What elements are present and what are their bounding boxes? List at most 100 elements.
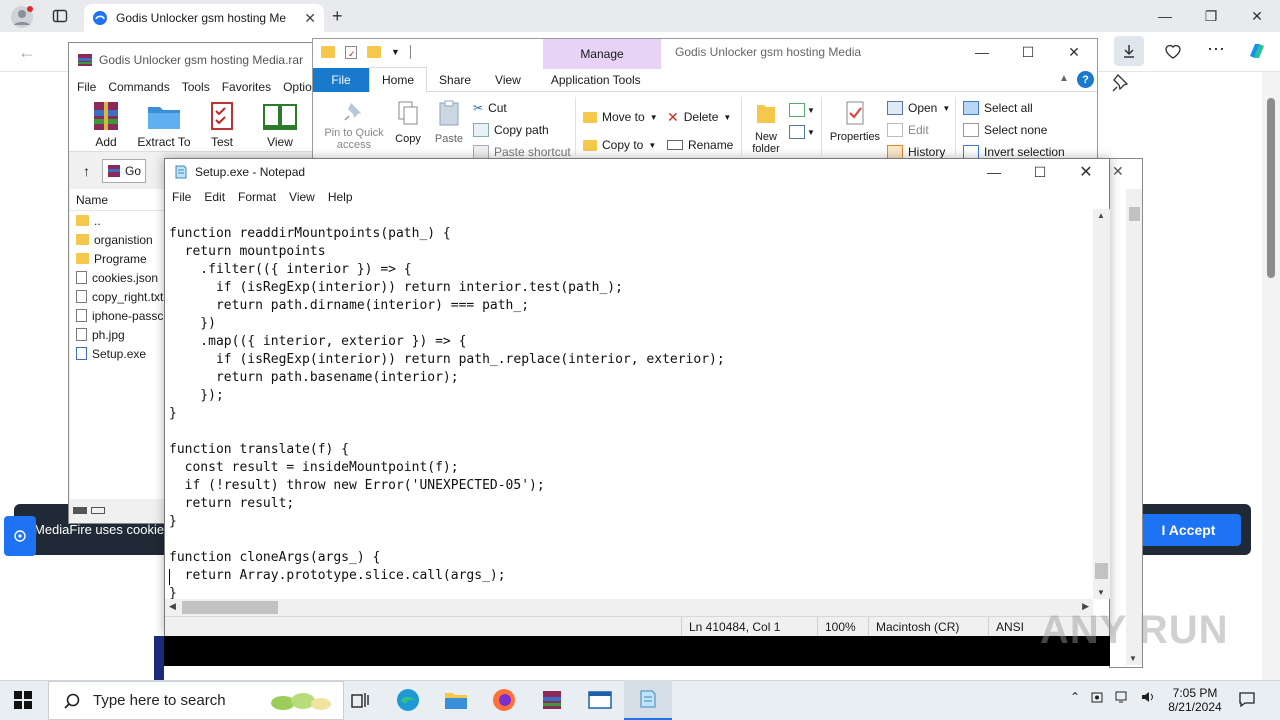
taskbar-clock[interactable]: 7:05 PM 8/21/2024 bbox=[1160, 681, 1230, 719]
network-icon[interactable] bbox=[1114, 690, 1130, 704]
delete-button[interactable]: ✕ Delete ▼ bbox=[667, 103, 733, 131]
scroll-up-icon[interactable]: ▲ bbox=[1097, 211, 1105, 220]
list-item[interactable]: cookies.json bbox=[70, 268, 166, 287]
notepad-taskbar-icon[interactable] bbox=[624, 680, 672, 720]
tab-file[interactable]: File bbox=[313, 67, 369, 92]
move-to-button[interactable]: Move to ▼ bbox=[583, 103, 658, 131]
column-header-name[interactable]: Name bbox=[70, 189, 166, 211]
winrar-menu-options[interactable]: Optio bbox=[283, 80, 312, 94]
firefox-taskbar-icon[interactable] bbox=[480, 680, 528, 720]
notepad-vertical-scrollbar[interactable]: ▲ ▼ bbox=[1093, 209, 1110, 599]
list-item[interactable]: .. bbox=[70, 211, 166, 230]
close-tab-icon[interactable]: ✕ bbox=[304, 10, 316, 27]
list-item[interactable]: iphone-passc bbox=[70, 306, 166, 325]
winrar-menu-tools[interactable]: Tools bbox=[182, 80, 210, 94]
tab-share[interactable]: Share bbox=[427, 68, 483, 92]
back-icon[interactable]: ← bbox=[18, 42, 36, 63]
accept-cookies-button[interactable]: I Accept bbox=[1136, 514, 1241, 546]
scroll-left-icon[interactable]: ◀ bbox=[169, 601, 176, 612]
list-item[interactable]: Programe bbox=[70, 249, 166, 268]
new-folder-small-icon[interactable] bbox=[367, 46, 381, 58]
notepad-close-icon[interactable]: ✕ bbox=[1063, 159, 1109, 185]
background-close-icon[interactable]: ✕ bbox=[1112, 163, 1124, 180]
tab-home[interactable]: Home bbox=[369, 67, 428, 92]
browser-scroll-thumb[interactable] bbox=[1267, 98, 1275, 278]
browser-scrollbar[interactable] bbox=[1262, 72, 1280, 680]
collapse-ribbon-icon[interactable]: ▲ bbox=[1059, 73, 1069, 84]
cut-button[interactable]: ✂ Cut bbox=[473, 97, 571, 119]
copy-button[interactable]: Copy bbox=[393, 99, 423, 145]
more-options-icon[interactable]: ··· bbox=[1207, 38, 1225, 59]
select-none-button[interactable]: Select none bbox=[963, 119, 1065, 141]
horizontal-scroll-thumb[interactable] bbox=[182, 601, 278, 614]
explorer-close-icon[interactable]: ✕ bbox=[1051, 39, 1097, 65]
select-all-button[interactable]: Select all bbox=[963, 97, 1065, 119]
tab-application-tools[interactable]: Application Tools bbox=[539, 68, 653, 92]
background-scrollbar[interactable]: ▼ bbox=[1126, 189, 1142, 665]
notepad-menu-help[interactable]: Help bbox=[328, 190, 353, 204]
explorer-maximize-icon[interactable]: ☐ bbox=[1005, 39, 1051, 65]
notepad-text-area[interactable]: function readdirMountpoints(path_) { ret… bbox=[165, 209, 1093, 599]
notepad-maximize-icon[interactable]: ☐ bbox=[1017, 159, 1063, 185]
tab-actions-icon[interactable] bbox=[52, 8, 68, 24]
pin-icon[interactable] bbox=[1110, 72, 1132, 94]
downloads-icon[interactable] bbox=[1114, 36, 1144, 66]
browser-minimize-icon[interactable]: — bbox=[1142, 0, 1188, 32]
notepad-menu-file[interactable]: File bbox=[172, 190, 191, 204]
explorer-minimize-icon[interactable]: — bbox=[959, 39, 1005, 65]
rename-button[interactable]: Rename bbox=[667, 131, 733, 159]
list-item[interactable]: ph.jpg bbox=[70, 325, 166, 344]
pin-quick-access-button[interactable]: Pin to Quick access bbox=[319, 99, 389, 151]
browser-tab-active[interactable]: Godis Unlocker gsm hosting Me ✕ bbox=[84, 4, 324, 32]
copy-path-button[interactable]: Copy path bbox=[473, 119, 571, 141]
app-taskbar-icon[interactable] bbox=[576, 680, 624, 720]
edge-taskbar-icon[interactable] bbox=[384, 680, 432, 720]
help-icon[interactable]: ? bbox=[1077, 71, 1094, 88]
browser-restore-icon[interactable]: ❐ bbox=[1188, 0, 1234, 32]
browser-essentials-icon[interactable] bbox=[1164, 42, 1182, 60]
new-tab-icon[interactable]: + bbox=[332, 6, 343, 27]
winrar-menu-commands[interactable]: Commands bbox=[108, 80, 169, 94]
profile-avatar-icon[interactable] bbox=[10, 5, 34, 29]
windows-start-icon[interactable] bbox=[13, 690, 33, 710]
notepad-menu-format[interactable]: Format bbox=[238, 190, 276, 204]
winrar-test-button[interactable]: Test bbox=[193, 99, 251, 149]
list-item[interactable]: Setup.exe bbox=[70, 344, 166, 363]
edit-button[interactable]: Edit bbox=[887, 119, 950, 141]
list-item[interactable]: copy_right.txt bbox=[70, 287, 166, 306]
folder-icon[interactable] bbox=[321, 46, 335, 58]
show-hidden-icons-icon[interactable]: ⌃ bbox=[1070, 690, 1080, 704]
paste-button[interactable]: Paste bbox=[433, 99, 465, 145]
new-item-icons[interactable]: ▼ ▼ bbox=[789, 99, 815, 143]
winrar-taskbar-icon[interactable] bbox=[528, 680, 576, 720]
notepad-menu-view[interactable]: View bbox=[289, 190, 315, 204]
copilot-icon[interactable] bbox=[1246, 40, 1268, 62]
properties-small-icon[interactable]: ✓ bbox=[345, 45, 357, 59]
winrar-view-button[interactable]: View bbox=[251, 99, 309, 149]
winrar-path-field[interactable]: Go bbox=[102, 158, 146, 183]
notepad-minimize-icon[interactable]: — bbox=[971, 159, 1017, 185]
winrar-add-button[interactable]: Add bbox=[77, 99, 135, 149]
browser-close-icon[interactable]: ✕ bbox=[1234, 0, 1280, 32]
notepad-menu-edit[interactable]: Edit bbox=[204, 190, 225, 204]
file-explorer-taskbar-icon[interactable] bbox=[432, 680, 480, 720]
notepad-horizontal-scrollbar[interactable]: ◀ ▶ bbox=[165, 599, 1093, 616]
scroll-down-icon[interactable]: ▼ bbox=[1097, 588, 1105, 597]
properties-button[interactable]: Properties bbox=[827, 99, 883, 143]
customize-qat-icon[interactable]: ▼ bbox=[391, 47, 400, 57]
notifications-icon[interactable] bbox=[1238, 690, 1256, 708]
vertical-scroll-thumb[interactable] bbox=[1095, 563, 1108, 579]
security-icon[interactable] bbox=[1090, 690, 1104, 704]
up-arrow-icon[interactable]: ↑ bbox=[83, 163, 90, 179]
list-item[interactable]: organistion bbox=[70, 230, 166, 249]
winrar-menu-file[interactable]: File bbox=[77, 80, 96, 94]
volume-icon[interactable] bbox=[1140, 690, 1156, 704]
tab-view[interactable]: View bbox=[483, 68, 533, 92]
new-folder-button[interactable]: New folder bbox=[745, 99, 787, 155]
winrar-extract-button[interactable]: Extract To bbox=[135, 99, 193, 149]
taskbar-search[interactable]: Type here to search bbox=[48, 681, 344, 720]
task-view-icon[interactable] bbox=[336, 680, 384, 720]
open-button[interactable]: Open ▼ bbox=[887, 97, 950, 119]
winrar-menu-favorites[interactable]: Favorites bbox=[222, 80, 271, 94]
settings-badge-icon[interactable] bbox=[4, 516, 36, 556]
